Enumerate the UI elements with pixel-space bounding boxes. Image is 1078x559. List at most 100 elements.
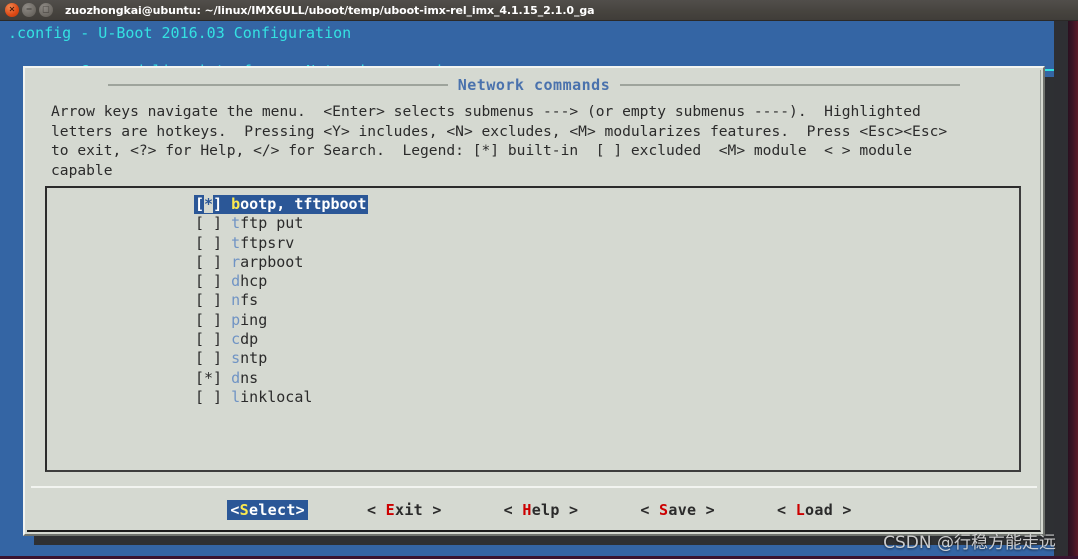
menu-item-hotkey: b xyxy=(231,195,241,213)
close-window-button[interactable]: × xyxy=(5,3,19,17)
window-titlebar: × − □ zuozhongkai@ubuntu: ~/linux/IMX6UL… xyxy=(0,0,1078,21)
menu-item-label: ootp, tftpboot xyxy=(240,195,367,213)
minimize-window-button[interactable]: − xyxy=(22,3,36,17)
menu-item-hotkey: d xyxy=(231,368,241,387)
button-hotkey: L xyxy=(795,501,806,519)
button-hotkey: H xyxy=(522,501,532,519)
csdn-watermark: CSDN @行稳方能走远 xyxy=(883,533,1056,553)
menu-item-inner: [*] bootp, tftpboot xyxy=(194,195,368,215)
menu-item[interactable]: [ ] nfs xyxy=(47,291,1019,310)
menu-item-gap xyxy=(222,253,231,271)
menu-item-inner: [ ] nfs xyxy=(194,291,259,310)
menu-item[interactable]: [ ] tftpsrv xyxy=(47,234,1019,253)
menu-item[interactable]: [ ] rarpboot xyxy=(47,253,1019,272)
window-right-edge xyxy=(1068,21,1078,559)
menu-item[interactable]: [ ] dhcp xyxy=(47,272,1019,291)
menu-item[interactable]: [ ] tftp put xyxy=(47,214,1019,233)
menu-item-inner: [ ] ping xyxy=(194,311,268,330)
menu-list-items: [*] bootp, tftpboot[ ] tftp put[ ] tftps… xyxy=(47,195,1019,407)
menuconfig-dialog: Network commands Arrow keys navigate the… xyxy=(23,66,1045,536)
dialog-help-text: Arrow keys navigate the menu. <Enter> se… xyxy=(51,103,948,179)
menu-item-inner: [ ] tftp put xyxy=(194,214,304,233)
checkbox-mark: [ ] xyxy=(195,252,223,271)
menu-item-gap xyxy=(222,272,231,290)
button-hotkey: S xyxy=(239,501,249,519)
menu-item-inner: [*] dns xyxy=(194,369,259,388)
checkbox-close-bracket: ] xyxy=(213,195,223,213)
button-prefix: < xyxy=(367,501,386,519)
window-title: zuozhongkai@ubuntu: ~/linux/IMX6ULL/uboo… xyxy=(65,3,595,17)
menu-item-gap xyxy=(222,214,231,232)
dialog-title-bar: Network commands xyxy=(27,76,1041,94)
screen: × − □ zuozhongkai@ubuntu: ~/linux/IMX6UL… xyxy=(0,0,1078,559)
menu-item-hotkey: d xyxy=(231,272,241,291)
button-hotkey: S xyxy=(659,501,669,519)
menu-item-label: fs xyxy=(240,291,259,310)
menu-item-gap xyxy=(222,195,231,213)
dialog-button-row: <Select> < Exit > < Help > < Save > < Load > xyxy=(27,500,1041,520)
checkbox-mark: [ ] xyxy=(195,310,223,329)
menu-item-gap xyxy=(222,291,231,309)
dialog-title-rule-left xyxy=(107,84,448,86)
menu-item[interactable]: [*] dns xyxy=(47,369,1019,388)
checkbox-mark: [ ] xyxy=(195,330,223,349)
menu-item-gap xyxy=(222,311,231,329)
menu-item[interactable]: [ ] ping xyxy=(47,311,1019,330)
button-prefix: < xyxy=(230,501,240,519)
menu-item-gap xyxy=(222,388,231,406)
dialog-button-save[interactable]: < Save > xyxy=(637,500,718,520)
menu-item[interactable]: [*] bootp, tftpboot xyxy=(47,195,1019,215)
checkbox-mark: [*] xyxy=(195,368,223,387)
button-separator xyxy=(31,486,1037,488)
menu-item[interactable]: [ ] sntp xyxy=(47,349,1019,368)
menu-list[interactable]: [*] bootp, tftpboot[ ] tftp put[ ] tftps… xyxy=(45,186,1021,472)
dialog-inner: Network commands Arrow keys navigate the… xyxy=(27,70,1041,532)
dialog-title-rule-right xyxy=(620,84,961,86)
button-prefix: < xyxy=(777,501,796,519)
terminal-scrollbar[interactable] xyxy=(1054,21,1068,559)
maximize-window-button[interactable]: □ xyxy=(39,3,53,17)
dialog-button-exit[interactable]: < Exit > xyxy=(364,500,445,520)
dialog-title: Network commands xyxy=(457,76,611,94)
checkbox-state: * xyxy=(204,195,214,213)
button-label: elp > xyxy=(531,501,579,519)
menu-item-hotkey: t xyxy=(231,214,241,233)
menu-item-gap xyxy=(222,349,231,367)
menu-item[interactable]: [ ] linklocal xyxy=(47,388,1019,407)
checkbox-open-bracket: [ xyxy=(195,195,205,213)
menu-item-label: dp xyxy=(240,330,259,349)
button-hotkey: E xyxy=(385,501,396,519)
button-label: oad > xyxy=(805,501,852,519)
menu-item-hotkey: n xyxy=(231,291,241,310)
checkbox-mark: [ ] xyxy=(195,272,223,291)
menu-item-label: ing xyxy=(240,310,268,329)
menu-item-inner: [ ] linklocal xyxy=(194,388,313,407)
button-prefix: < xyxy=(503,501,523,519)
menu-item-hotkey: t xyxy=(231,233,241,252)
menu-item-hotkey: r xyxy=(231,252,241,271)
menu-item-gap xyxy=(222,369,231,387)
checkbox-mark: [ ] xyxy=(195,349,223,368)
menu-item-inner: [ ] sntp xyxy=(194,349,268,368)
menu-item-inner: [ ] cdp xyxy=(194,330,259,349)
dialog-button-load[interactable]: < Load > xyxy=(774,500,855,520)
minimize-icon: − xyxy=(25,4,33,14)
menu-item-label: ftp put xyxy=(240,214,304,233)
menu-item-hotkey: l xyxy=(231,387,241,406)
checkbox-mark: [ ] xyxy=(195,233,223,252)
menu-item-hotkey: c xyxy=(231,330,241,349)
button-label: elect> xyxy=(249,501,305,519)
menu-item[interactable]: [ ] cdp xyxy=(47,330,1019,349)
dialog-button-select[interactable]: <Select> xyxy=(227,500,308,520)
menu-item-inner: [ ] dhcp xyxy=(194,272,268,291)
menu-item-label: ntp xyxy=(240,349,268,368)
close-icon: × xyxy=(8,4,16,14)
dialog-button-help[interactable]: < Help > xyxy=(501,500,582,520)
menu-item-label: inklocal xyxy=(240,387,313,406)
button-label: ave > xyxy=(668,501,716,519)
maximize-icon: □ xyxy=(42,4,50,14)
menu-item-label: hcp xyxy=(240,272,268,291)
window-controls: × − □ xyxy=(5,3,53,17)
menu-item-gap xyxy=(222,234,231,252)
menu-item-gap xyxy=(222,330,231,348)
